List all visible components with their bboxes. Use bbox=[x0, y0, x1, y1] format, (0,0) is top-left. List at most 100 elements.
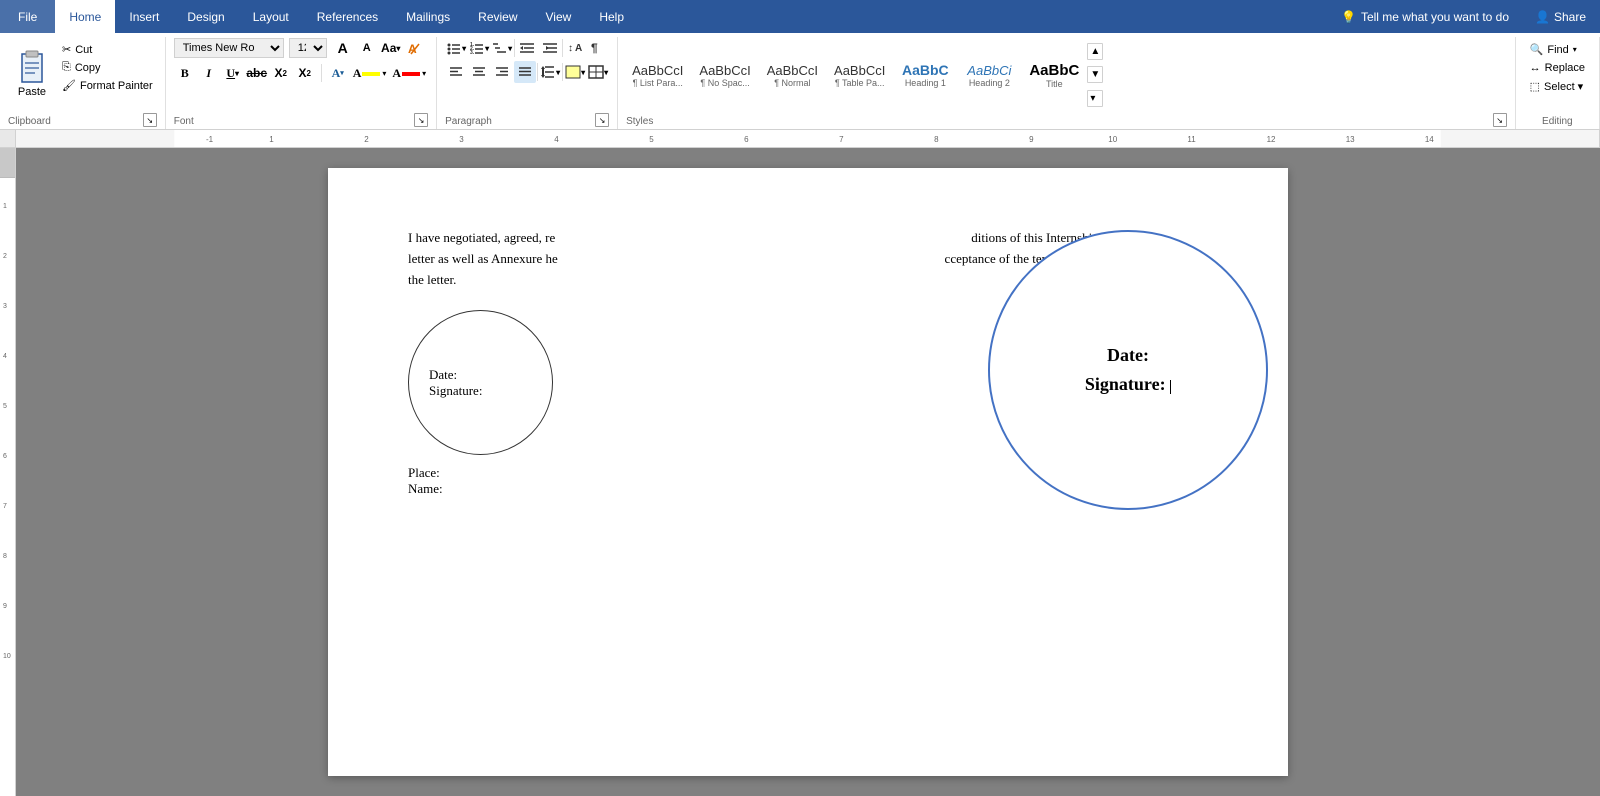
show-formatting-button[interactable]: ¶ bbox=[587, 37, 609, 59]
svg-text:10: 10 bbox=[3, 653, 11, 660]
style-heading1[interactable]: AaBbC Heading 1 bbox=[895, 60, 955, 90]
borders-button[interactable]: ▾ bbox=[587, 61, 609, 83]
share-button[interactable]: 👤 Share bbox=[1521, 0, 1600, 33]
copy-button[interactable]: ⎘ Copy bbox=[58, 59, 157, 76]
styles-scroll-up[interactable]: ▲ bbox=[1087, 43, 1103, 60]
ribbon-group-styles: AaBbCcI ¶ List Para... AaBbCcI ¶ No Spac… bbox=[618, 37, 1516, 129]
select-icon: ⬚ bbox=[1530, 80, 1540, 93]
replace-button[interactable]: ↔ Replace bbox=[1524, 60, 1591, 76]
text-effects-button[interactable]: A▾ bbox=[327, 62, 349, 84]
styles-expand[interactable]: ▾ bbox=[1087, 90, 1103, 107]
styles-expand-button[interactable]: ↘ bbox=[1493, 113, 1507, 127]
underline-button[interactable]: U▾ bbox=[222, 62, 244, 84]
numbering-button[interactable]: 1. 2. 3. ▾ bbox=[468, 37, 490, 59]
tab-mailings[interactable]: Mailings bbox=[392, 0, 464, 33]
align-left-button[interactable] bbox=[445, 61, 467, 83]
tab-references[interactable]: References bbox=[303, 0, 392, 33]
style-title[interactable]: AaBbC Title bbox=[1023, 60, 1085, 91]
font-name-selector[interactable]: Times New Ro bbox=[174, 38, 284, 58]
line-spacing-button[interactable]: ▾ bbox=[539, 61, 561, 83]
svg-text:12: 12 bbox=[1267, 135, 1276, 144]
ruler-marks: -1 1 2 3 4 5 6 7 8 9 10 11 12 13 14 bbox=[16, 130, 1600, 147]
font-color-button[interactable]: A ▾ bbox=[390, 64, 428, 83]
font-size-selector[interactable]: 12 bbox=[289, 38, 327, 58]
tab-design[interactable]: Design bbox=[173, 0, 238, 33]
style-heading2[interactable]: AaBbCi Heading 2 bbox=[959, 61, 1019, 90]
ribbon-group-paragraph: ▾ 1. 2. 3. ▾ ▾ bbox=[437, 37, 618, 129]
svg-text:3: 3 bbox=[3, 303, 7, 310]
decrease-indent-button[interactable] bbox=[516, 37, 538, 59]
tab-insert[interactable]: Insert bbox=[115, 0, 173, 33]
paste-label: Paste bbox=[18, 86, 46, 98]
style-title-label: Title bbox=[1046, 79, 1063, 89]
tab-help[interactable]: Help bbox=[585, 0, 638, 33]
paste-button[interactable]: Paste bbox=[8, 37, 56, 113]
style-normal-label: ¶ Normal bbox=[774, 78, 810, 88]
document-area[interactable]: I have negotiated, agreed, re ditions of… bbox=[16, 148, 1600, 796]
para-row2: ▾ ▾ ▾ bbox=[445, 61, 609, 83]
paragraph-expand-button[interactable]: ↘ bbox=[595, 113, 609, 127]
italic-button[interactable]: I bbox=[198, 62, 220, 84]
editing-group-label: Editing bbox=[1524, 114, 1591, 129]
multilevel-list-button[interactable]: ▾ bbox=[491, 37, 513, 59]
select-button[interactable]: ⬚ Select ▾ bbox=[1524, 78, 1590, 95]
shading-button[interactable]: ▾ bbox=[564, 61, 586, 83]
tab-review[interactable]: Review bbox=[464, 0, 531, 33]
bold-button[interactable]: B bbox=[174, 62, 196, 84]
align-right-button[interactable] bbox=[491, 61, 513, 83]
svg-text:6: 6 bbox=[3, 453, 7, 460]
copy-icon: ⎘ bbox=[62, 61, 71, 74]
svg-text:4: 4 bbox=[3, 353, 7, 360]
clipboard-expand-button[interactable]: ↘ bbox=[143, 113, 157, 127]
style-no-spacing-label: ¶ No Spac... bbox=[700, 78, 749, 88]
style-table-para[interactable]: AaBbCcI ¶ Table Pa... bbox=[828, 61, 891, 90]
style-list-para-preview: AaBbCcI bbox=[632, 63, 683, 78]
increase-indent-button[interactable] bbox=[539, 37, 561, 59]
tab-file[interactable]: File bbox=[0, 0, 55, 33]
style-heading1-preview: AaBbC bbox=[902, 62, 949, 78]
style-list-para[interactable]: AaBbCcI ¶ List Para... bbox=[626, 61, 689, 90]
circles-area: Date: Signature: Place: Name: Date: Sign… bbox=[408, 310, 1208, 497]
styles-group-label: Styles bbox=[626, 114, 653, 129]
svg-text:9: 9 bbox=[3, 603, 7, 610]
find-button[interactable]: 🔍 Find ▾ bbox=[1524, 41, 1583, 58]
superscript-button[interactable]: X2 bbox=[294, 62, 316, 84]
align-center-button[interactable] bbox=[468, 61, 490, 83]
subscript-button[interactable]: X2 bbox=[270, 62, 292, 84]
svg-text:7: 7 bbox=[3, 503, 7, 510]
bullets-button[interactable]: ▾ bbox=[445, 37, 467, 59]
ruler-corner bbox=[0, 130, 16, 147]
svg-text:13: 13 bbox=[1346, 135, 1355, 144]
svg-text:6: 6 bbox=[744, 135, 749, 144]
font-group-label: Font bbox=[174, 114, 194, 129]
svg-text:-1: -1 bbox=[206, 135, 214, 144]
style-table-para-preview: AaBbCcI bbox=[834, 63, 885, 78]
style-no-spacing[interactable]: AaBbCcI ¶ No Spac... bbox=[693, 61, 756, 90]
svg-text:10: 10 bbox=[1108, 135, 1117, 144]
format-painter-button[interactable]: 🖌 Format Painter bbox=[58, 77, 157, 94]
change-case-button[interactable]: Aa▾ bbox=[380, 37, 402, 59]
sort-button[interactable]: ↕A bbox=[564, 37, 586, 59]
strikethrough-button[interactable]: abc bbox=[246, 62, 268, 84]
tab-home[interactable]: Home bbox=[55, 0, 115, 33]
highlight-button[interactable]: A ▾ bbox=[351, 64, 389, 83]
ribbon-group-clipboard: Paste ✂ Cut ⎘ Copy 🖌 Format Painter Clip… bbox=[0, 37, 166, 129]
font-grow-button[interactable]: A bbox=[332, 37, 354, 59]
style-heading2-label: Heading 2 bbox=[969, 78, 1010, 88]
ribbon-tabs: File Home Insert Design Layout Reference… bbox=[0, 0, 1600, 33]
vertical-ruler-marks: 1 2 3 4 5 6 7 8 9 10 bbox=[0, 178, 15, 796]
font-shrink-button[interactable]: A bbox=[356, 37, 378, 59]
justify-button[interactable] bbox=[514, 61, 536, 83]
style-normal[interactable]: AaBbCcI ¶ Normal bbox=[761, 61, 824, 90]
tell-me-bar[interactable]: 💡 Tell me what you want to do bbox=[1329, 0, 1521, 33]
styles-scroll-down[interactable]: ▼ bbox=[1087, 66, 1103, 83]
clear-formatting-button[interactable]: A bbox=[404, 37, 426, 59]
cut-button[interactable]: ✂ Cut bbox=[58, 41, 157, 58]
tab-view[interactable]: View bbox=[532, 0, 586, 33]
small-signature-circle: Date: Signature: bbox=[408, 310, 553, 455]
tab-layout[interactable]: Layout bbox=[239, 0, 303, 33]
para-separator2 bbox=[562, 39, 563, 57]
find-icon: 🔍 bbox=[1530, 43, 1544, 56]
svg-text:9: 9 bbox=[1029, 135, 1034, 144]
font-expand-button[interactable]: ↘ bbox=[414, 113, 428, 127]
